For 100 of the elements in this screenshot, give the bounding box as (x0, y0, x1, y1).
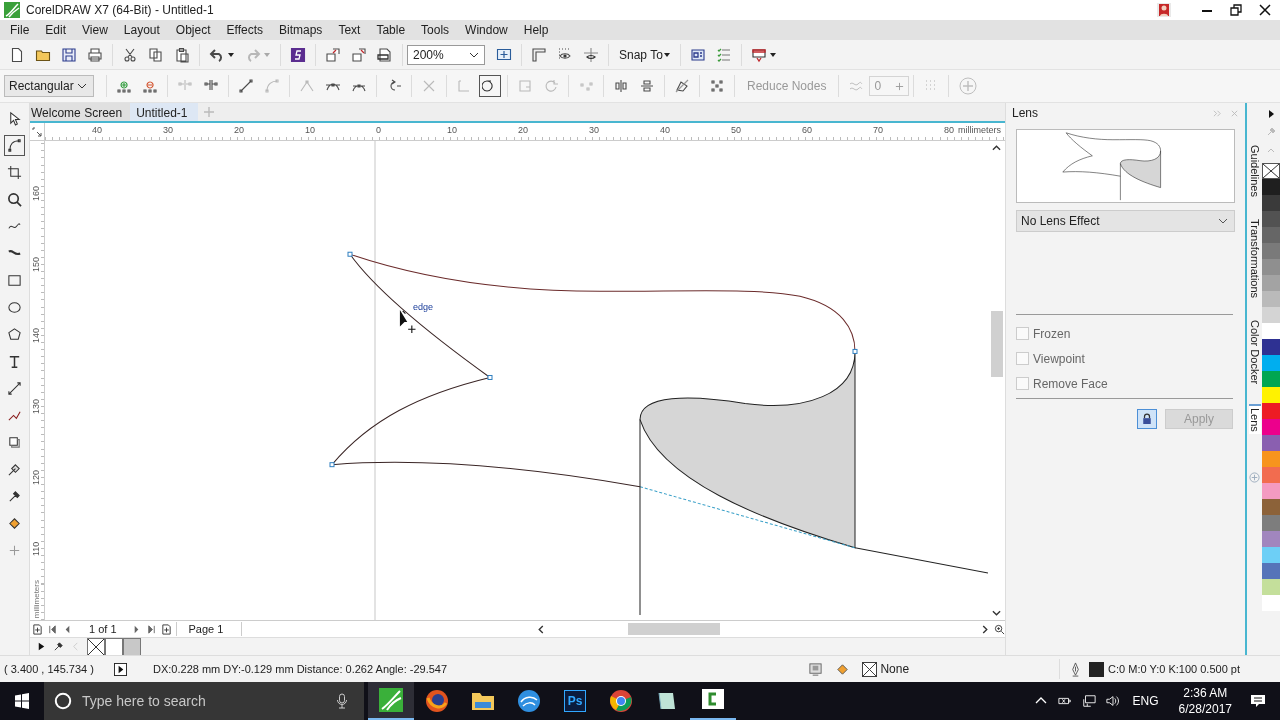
undo-icon[interactable] (209, 46, 225, 63)
ruler-origin-icon[interactable] (32, 126, 42, 137)
menu-item[interactable]: File (4, 23, 36, 37)
docker-tab[interactable]: Guidelines (1248, 143, 1261, 199)
play-icon[interactable] (114, 662, 127, 676)
document-tab[interactable]: Welcome Screen (30, 103, 131, 121)
menu-item[interactable]: Help (517, 23, 555, 37)
menu-item[interactable]: Bitmaps (273, 23, 329, 37)
menu-item[interactable]: Table (370, 23, 412, 37)
color-swatch[interactable] (1262, 179, 1280, 195)
no-color-swatch[interactable] (87, 637, 105, 655)
expand-icon[interactable] (36, 641, 47, 652)
color-swatch[interactable] (1262, 467, 1280, 483)
guidelines-icon[interactable] (583, 46, 599, 63)
language-indicator[interactable]: ENG (1132, 694, 1159, 708)
no-color-swatch[interactable] (1262, 163, 1280, 179)
scrollbar-thumb[interactable] (990, 311, 1003, 377)
network-icon[interactable] (1081, 694, 1096, 708)
chevron-right-icon[interactable] (982, 624, 988, 634)
print-icon[interactable] (87, 46, 103, 63)
menu-item[interactable]: Edit (39, 23, 73, 37)
snap-to-button[interactable]: Snap To (613, 47, 666, 62)
chevron-left-icon[interactable] (538, 624, 544, 634)
color-swatch[interactable] (1262, 403, 1280, 419)
add-page-icon[interactable] (160, 623, 172, 635)
color-swatch[interactable] (1262, 227, 1280, 243)
rectangle-tool-icon[interactable] (7, 273, 22, 288)
text-tool-icon[interactable] (7, 354, 22, 369)
color-swatch[interactable] (1262, 323, 1280, 339)
scrollbar-thumb[interactable] (628, 623, 720, 635)
copy-icon[interactable] (148, 46, 164, 63)
caret-icon[interactable] (769, 52, 776, 57)
color-swatch[interactable] (1262, 275, 1280, 291)
color-swatch[interactable] (1262, 563, 1280, 579)
zoom-icon[interactable] (994, 623, 1005, 635)
menu-item[interactable]: Text (332, 23, 367, 37)
color-swatch[interactable] (1262, 579, 1280, 595)
eyedropper-tool-icon[interactable] (7, 489, 22, 504)
color-swatch[interactable] (1262, 547, 1280, 563)
restore-icon[interactable] (1230, 4, 1242, 16)
color-swatch[interactable] (1262, 371, 1280, 387)
color-swatch[interactable] (1262, 259, 1280, 275)
color-swatch[interactable] (1262, 387, 1280, 403)
checklist-icon[interactable] (715, 46, 732, 63)
add-page-icon[interactable] (32, 623, 43, 635)
docker-tab[interactable]: Lens (1248, 404, 1261, 435)
color-swatch[interactable] (1262, 307, 1280, 323)
user-icon[interactable] (1157, 3, 1171, 17)
docker-tab[interactable]: Transformations (1248, 217, 1261, 301)
taskbar-app-icon[interactable] (609, 689, 633, 713)
menu-item[interactable]: Effects (220, 23, 269, 37)
checkbox[interactable] (1016, 352, 1029, 365)
expand-icon[interactable] (1266, 109, 1276, 119)
color-swatch[interactable] (1262, 291, 1280, 307)
menu-item[interactable]: Object (169, 23, 217, 37)
dimension-tool-icon[interactable] (7, 381, 22, 396)
rulers-icon[interactable] (531, 46, 547, 63)
document-tab[interactable]: Untitled-1 (130, 103, 198, 121)
zoom-tool-icon[interactable] (7, 192, 22, 207)
color-swatch[interactable] (1262, 595, 1280, 611)
menu-item[interactable]: Tools (415, 23, 456, 37)
save-icon[interactable] (61, 46, 77, 63)
crop-tool-icon[interactable] (7, 165, 22, 180)
export-icon[interactable] (351, 46, 367, 63)
color-swatch[interactable] (105, 637, 123, 655)
color-swatch[interactable] (1262, 195, 1280, 211)
add-node-icon[interactable] (116, 78, 132, 94)
color-swatch[interactable] (1262, 419, 1280, 435)
new-document-icon[interactable] (9, 46, 25, 63)
shape-tool-icon[interactable] (7, 138, 22, 153)
select-nodes-icon[interactable] (709, 78, 725, 94)
checkbox[interactable] (1016, 327, 1029, 340)
fill-tool-icon[interactable] (7, 516, 22, 531)
line-icon[interactable] (238, 78, 254, 94)
horizontal-scrollbar[interactable] (536, 622, 990, 636)
last-page-icon[interactable] (145, 623, 157, 635)
caret-icon[interactable] (663, 52, 670, 57)
volume-icon[interactable] (1105, 694, 1120, 708)
options-icon[interactable] (689, 46, 706, 63)
taskbar-app-icon[interactable] (701, 688, 725, 712)
paste-icon[interactable] (174, 46, 190, 63)
color-swatch[interactable] (1262, 483, 1280, 499)
taskbar-app-icon[interactable] (517, 689, 541, 713)
reflect-vertical-icon[interactable] (639, 78, 655, 94)
notifications-icon[interactable] (1250, 693, 1266, 709)
taskbar-app-icon[interactable]: Ps (564, 690, 586, 712)
shadow-tool-icon[interactable] (7, 435, 22, 450)
first-page-icon[interactable] (47, 623, 58, 635)
docker-tab[interactable]: Color Docker (1248, 318, 1261, 387)
selection-mode-dropdown[interactable]: Rectangular (4, 75, 94, 97)
chevron-down-icon[interactable] (992, 610, 1001, 616)
taskbar-app-icon[interactable] (425, 689, 449, 713)
lens-effect-dropdown[interactable]: No Lens Effect (1016, 210, 1235, 232)
color-swatch[interactable] (1262, 339, 1280, 355)
close-curve-icon[interactable] (482, 78, 498, 94)
chevron-up-icon[interactable] (992, 145, 1001, 151)
import-icon[interactable] (325, 46, 341, 63)
display-icon[interactable] (808, 661, 824, 677)
fill-bucket-icon[interactable] (835, 661, 851, 677)
pick-tool-icon[interactable] (7, 111, 22, 126)
